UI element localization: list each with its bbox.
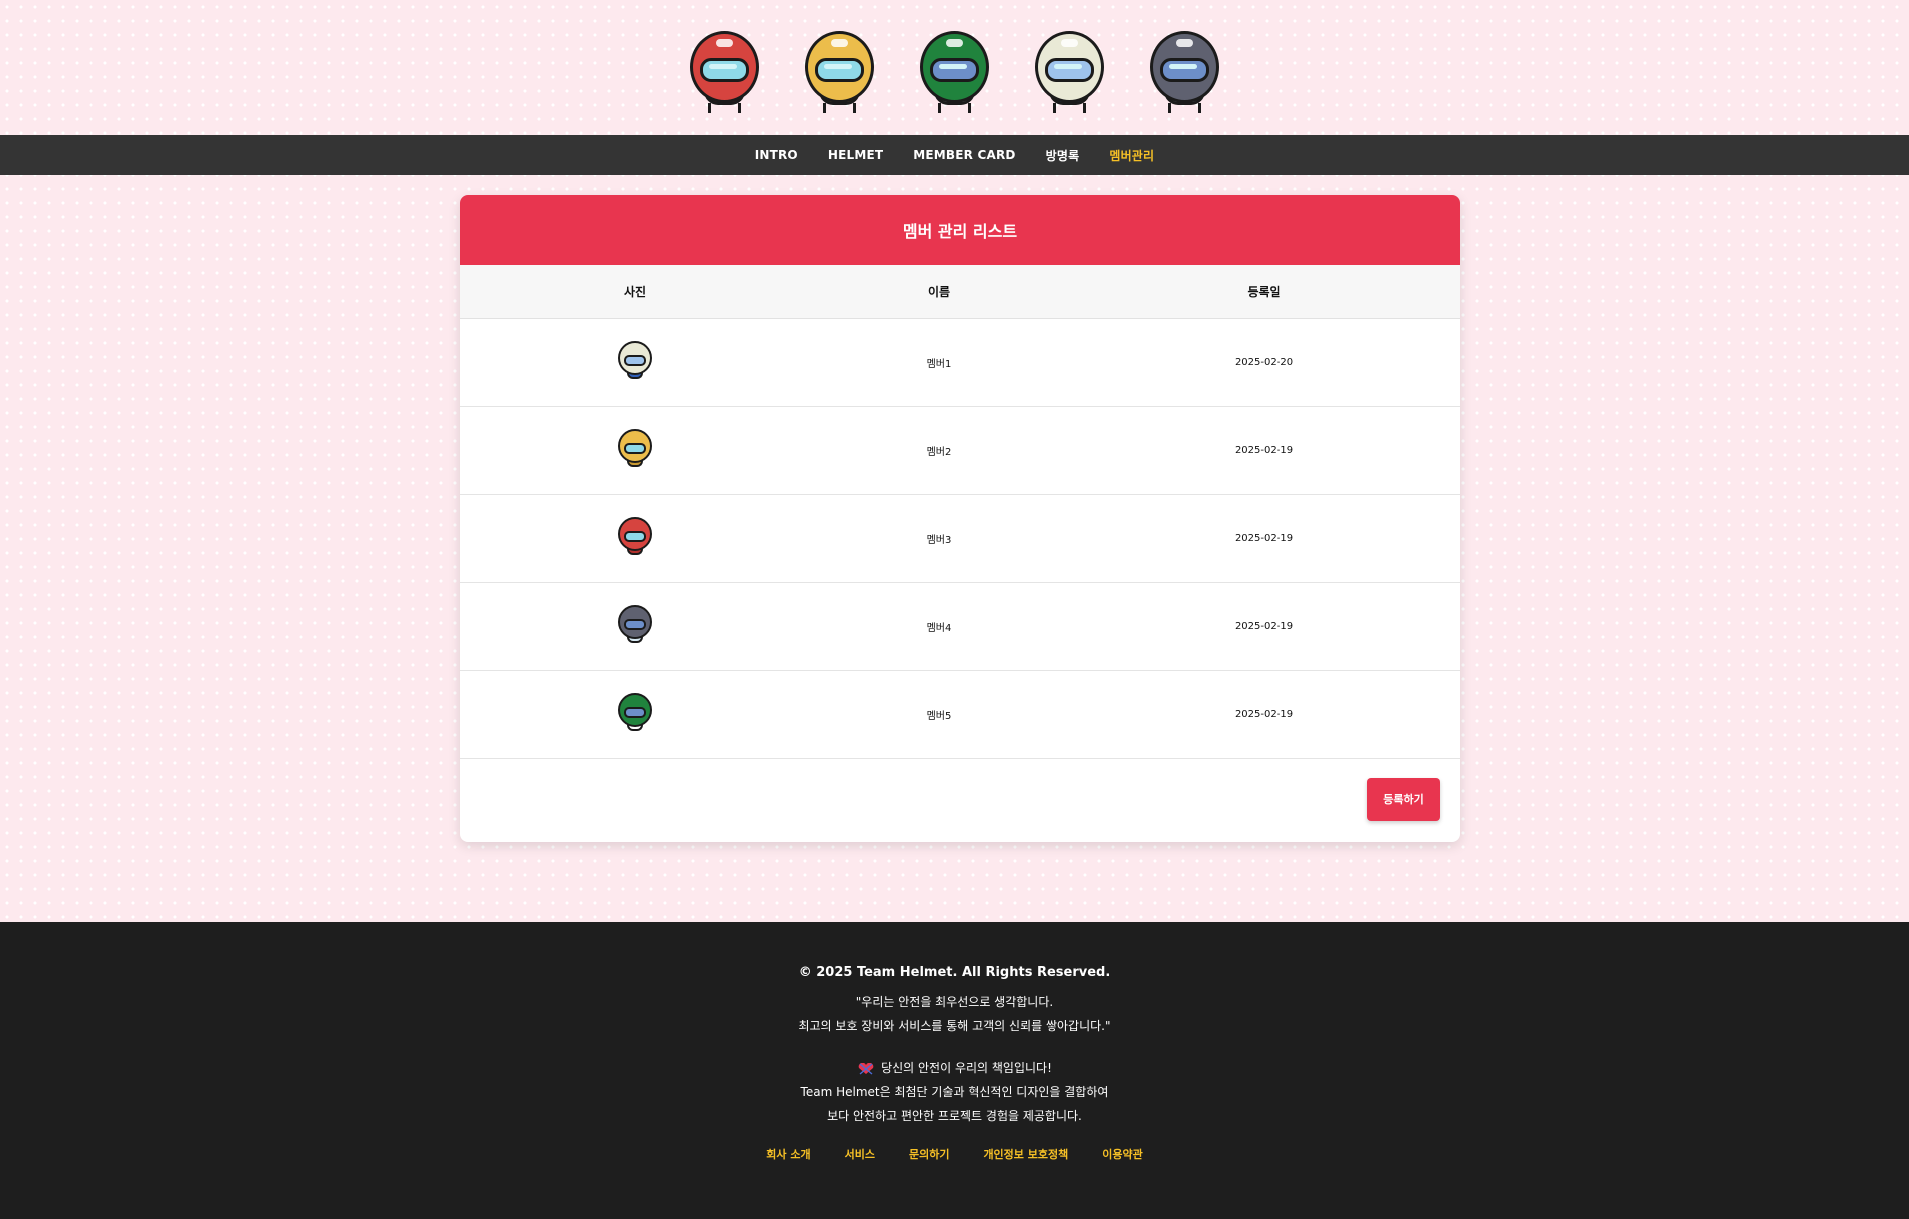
green-helmet-icon [920,30,989,113]
member-date: 2025-02-19 [1234,445,1294,456]
yellow-helmet-icon [805,30,874,113]
table-row[interactable]: 멤버5 2025-02-19 [460,671,1460,759]
nav-member-management[interactable]: 멤버관리 [1109,147,1154,164]
card-footer: 등록하기 [460,759,1460,839]
page-footer: © 2025 Team Helmet. All Rights Reserved.… [0,922,1909,1219]
green-helmet-icon [618,693,652,733]
quote-line: "우리는 안전을 최우선으로 생각합니다. [855,995,1054,1009]
main-nav: INTRO HELMET MEMBER CARD 방명록 멤버관리 [0,135,1909,175]
yellow-helmet-icon [618,429,652,469]
nav-guestbook[interactable]: 방명록 [1046,147,1080,164]
member-date: 2025-02-19 [1234,709,1294,720]
header-helmets [0,0,1909,135]
gray-helmet-icon [618,605,652,645]
table-row[interactable]: 멤버3 2025-02-19 [460,495,1460,583]
footer-link-about[interactable]: 회사 소개 [766,1146,810,1162]
note-line: Team Helmet은 최첨단 기술과 혁신적인 디자인을 결합하여 [800,1085,1109,1099]
column-header-photo: 사진 [623,285,647,299]
red-helmet-icon [618,517,652,557]
register-button[interactable]: 등록하기 [1367,777,1440,821]
footer-links: 회사 소개 서비스 문의하기 개인정보 보호정책 이용약관 [0,1146,1909,1162]
table-row[interactable]: 멤버4 2025-02-19 [460,583,1460,671]
quote-line: 최고의 보호 장비와 서비스를 통해 고객의 신뢰를 쌓아갑니다." [798,1019,1111,1033]
member-name: 멤버2 [926,447,952,458]
gray-helmet-icon [1150,30,1219,113]
nav-member-card[interactable]: MEMBER CARD [913,148,1015,162]
member-date: 2025-02-19 [1234,621,1294,632]
footer-link-contact[interactable]: 문의하기 [909,1146,949,1162]
red-helmet-icon [690,30,759,113]
footer-note: 당신의 안전이 우리의 책임입니다! Team Helmet은 최첨단 기술과 … [0,1056,1909,1128]
footer-link-services[interactable]: 서비스 [845,1146,875,1162]
footer-quote: "우리는 안전을 최우선으로 생각합니다. 최고의 보호 장비와 서비스를 통해… [0,990,1909,1038]
footer-link-terms[interactable]: 이용약관 [1102,1146,1142,1162]
copyright-text: © 2025 Team Helmet. All Rights Reserved. [798,965,1111,980]
card-title: 멤버 관리 리스트 [460,195,1460,265]
member-name: 멤버1 [926,359,952,370]
column-header-name: 이름 [927,285,951,299]
member-name: 멤버4 [926,623,952,634]
member-list-card: 멤버 관리 리스트 사진 이름 등록일 멤버1 2025-02-20 멤버2 2… [460,195,1460,842]
nav-intro[interactable]: INTRO [755,148,798,162]
table-header: 사진 이름 등록일 [460,265,1460,319]
white-helmet-icon [1035,30,1104,113]
member-date: 2025-02-19 [1234,533,1294,544]
column-header-date: 등록일 [1247,285,1281,299]
table-row[interactable]: 멤버1 2025-02-20 [460,319,1460,407]
table-row[interactable]: 멤버2 2025-02-19 [460,407,1460,495]
nav-helmet[interactable]: HELMET [828,148,883,162]
member-name: 멤버5 [926,711,952,722]
white-helmet-icon [618,341,652,381]
heart-icon [858,1062,874,1075]
note-line: 당신의 안전이 우리의 책임입니다! [881,1061,1052,1075]
member-date: 2025-02-20 [1234,357,1294,368]
note-line: 보다 안전하고 편안한 프로젝트 경험을 제공합니다. [827,1109,1082,1123]
footer-link-privacy[interactable]: 개인정보 보호정책 [983,1146,1068,1162]
member-name: 멤버3 [926,535,952,546]
